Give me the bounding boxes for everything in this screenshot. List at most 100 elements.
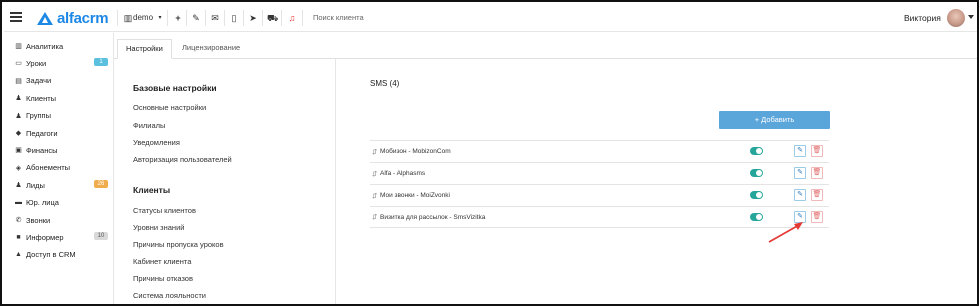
settings-link[interactable]: Причины отказов: [133, 274, 193, 283]
building-icon: ▥: [123, 13, 133, 23]
tab-licensing[interactable]: Лицензирование: [174, 39, 248, 59]
sidebar-item[interactable]: ▣ Финансы: [14, 143, 110, 157]
sidebar-item[interactable]: ♟ Лиды 26: [14, 178, 110, 192]
divider: [167, 10, 168, 26]
logo[interactable]: alfacrm: [37, 9, 109, 27]
sidebar-item[interactable]: ▥ Аналитика: [14, 39, 110, 53]
sidebar-item-icon: ▤: [15, 77, 22, 85]
delete-button[interactable]: 🗑: [811, 167, 823, 179]
sidebar-item[interactable]: ▤ Задачи: [14, 74, 110, 88]
sidebar-item-label: Педагоги: [26, 128, 58, 138]
provider-name: Визитка для рассылок - SmsVizitka: [380, 213, 486, 221]
sidebar-item-label: Абонементы: [26, 163, 71, 173]
divider: [262, 10, 263, 26]
chevron-down-icon[interactable]: ▾: [155, 13, 165, 23]
delete-button[interactable]: 🗑: [811, 211, 823, 223]
bell-icon[interactable]: ♫: [287, 13, 297, 23]
sms-provider-table: ⇵ Мобизон - MobizonCom ✎ 🗑 ⇵ Alfa - Alphasms ✎…: [370, 140, 829, 228]
section-heading: Клиенты: [133, 185, 171, 195]
sidebar-item-icon: ▭: [15, 60, 22, 68]
sidebar-item-label: Группы: [26, 111, 51, 121]
drag-handle-icon[interactable]: ⇵: [370, 192, 380, 200]
settings-link[interactable]: Филиалы: [133, 121, 165, 130]
edit-button[interactable]: ✎: [794, 167, 806, 179]
search-input[interactable]: Поиск клиента: [313, 13, 364, 22]
settings-link[interactable]: Причины пропуска уроков: [133, 240, 224, 249]
section-heading: Базовые настройки: [133, 83, 217, 93]
page-title: SMS (4): [370, 79, 400, 88]
divider: [243, 10, 244, 26]
sidebar-item-label: Уроки: [26, 58, 47, 68]
count-badge: 10: [94, 232, 108, 241]
top-bar: alfacrm ▥ demo ▾ + ✎ ✉ ▯ ➤ ⛟ ♫ Поиск кли…: [4, 4, 977, 32]
sidebar-item-icon: ♟: [15, 95, 22, 103]
settings-link[interactable]: Статусы клиентов: [133, 206, 196, 215]
enable-toggle[interactable]: [750, 147, 763, 155]
wrench-icon[interactable]: ✎: [191, 13, 201, 23]
sidebar-item-icon: ♟: [15, 112, 22, 120]
drag-handle-icon[interactable]: ⇵: [370, 148, 380, 156]
sidebar-item[interactable]: ♟ Группы: [14, 109, 110, 123]
sidebar-item[interactable]: ▬ Юр. лица: [14, 196, 110, 210]
logo-text: alfacrm: [57, 9, 109, 27]
sidebar-item[interactable]: ♟ Клиенты: [14, 91, 110, 105]
sidebar-item-icon: ◆: [15, 130, 22, 137]
sidebar-item[interactable]: ◈ Абонементы: [14, 161, 110, 175]
send-icon[interactable]: ➤: [248, 13, 258, 23]
divider: [281, 10, 282, 26]
table-row: ⇵ Alfa - Alphasms ✎ 🗑: [370, 162, 829, 184]
settings-link[interactable]: Уведомления: [133, 138, 180, 147]
sidebar-item-label: Звонки: [26, 215, 51, 225]
app-window: alfacrm ▥ demo ▾ + ✎ ✉ ▯ ➤ ⛟ ♫ Поиск кли…: [0, 0, 979, 306]
tab-settings[interactable]: Настройки: [117, 39, 172, 59]
edit-button[interactable]: ✎: [794, 189, 806, 201]
count-badge: 26: [94, 180, 108, 189]
sidebar-item-icon: ♟: [15, 182, 22, 190]
provider-name: Мои звонки - MoiZvonki: [380, 192, 450, 199]
sidebar-item[interactable]: ▲ Доступ в CRM: [14, 248, 110, 262]
sidebar-item[interactable]: ■ Информер 10: [14, 230, 110, 244]
settings-link[interactable]: Основные настройки: [133, 103, 206, 112]
edit-button[interactable]: ✎: [794, 145, 806, 157]
count-badge: 1: [94, 58, 108, 67]
table-row: ⇵ Визитка для рассылок - SmsVizitka ✎ 🗑: [370, 206, 829, 228]
delete-button[interactable]: 🗑: [811, 145, 823, 157]
plus-icon[interactable]: +: [173, 13, 183, 23]
sidebar-item-icon: ▣: [15, 147, 22, 155]
sidebar-item-icon: ◈: [15, 164, 22, 172]
divider: [302, 10, 303, 26]
divider: [205, 10, 206, 26]
settings-link[interactable]: Система лояльности: [133, 291, 206, 300]
phone-icon[interactable]: ▯: [229, 13, 239, 23]
delete-button[interactable]: 🗑: [811, 189, 823, 201]
add-button[interactable]: + Добавить: [719, 111, 830, 129]
settings-link[interactable]: Авторизация пользователей: [133, 155, 232, 164]
menu-icon[interactable]: [10, 12, 22, 22]
drag-handle-icon[interactable]: ⇵: [370, 213, 380, 221]
sidebar-item-label: Лиды: [26, 180, 45, 190]
sidebar-item[interactable]: ✆ Звонки: [14, 213, 110, 227]
settings-link[interactable]: Кабинет клиента: [133, 257, 191, 266]
mail-icon[interactable]: ✉: [210, 13, 220, 23]
drag-handle-icon[interactable]: ⇵: [370, 170, 380, 178]
divider: [186, 10, 187, 26]
sidebar-item-label: Задачи: [26, 76, 52, 86]
enable-toggle[interactable]: [750, 169, 763, 177]
tab-bar: Настройки Лицензирование: [114, 33, 977, 59]
cart-icon[interactable]: ⛟: [267, 13, 278, 23]
sidebar-item[interactable]: ◆ Педагоги: [14, 126, 110, 140]
sidebar-item-label: Аналитика: [26, 41, 64, 51]
user-name[interactable]: Виктория: [904, 13, 941, 23]
account-selector[interactable]: demo: [133, 13, 153, 23]
sidebar-item-label: Клиенты: [26, 93, 57, 103]
sidebar-item[interactable]: ▭ Уроки 1: [14, 56, 110, 70]
avatar[interactable]: [947, 9, 965, 27]
table-row: ⇵ Мои звонки - MoiZvonki ✎ 🗑: [370, 184, 829, 206]
enable-toggle[interactable]: [750, 213, 763, 221]
settings-nav: Базовые настройки Основные настройки Фил…: [114, 59, 336, 304]
chevron-down-icon[interactable]: [968, 15, 974, 19]
main-content: SMS (4) + Добавить ⇵ Мобизон - MobizonCom…: [337, 59, 977, 304]
settings-link[interactable]: Уровни знаний: [133, 223, 184, 232]
enable-toggle[interactable]: [750, 191, 763, 199]
sidebar-item-icon: ■: [16, 233, 21, 241]
